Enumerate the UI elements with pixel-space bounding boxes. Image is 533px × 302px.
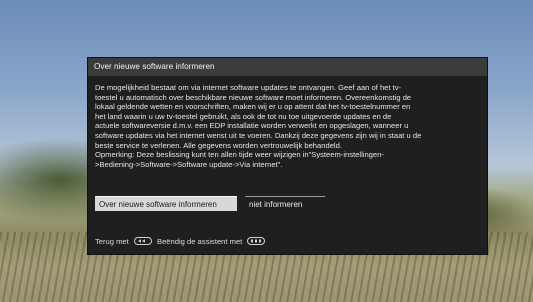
software-info-dialog: Over nieuwe software informeren De mogel… [88, 58, 487, 254]
body-line: toestel u automatisch over beschikbare n… [95, 92, 412, 102]
end-key-icon [247, 237, 266, 245]
body-line: lokaal geldende wetten en voorschriften,… [95, 102, 411, 112]
dialog-footer: Terug met Beëndig de assistent met [95, 236, 483, 248]
back-key-icon [133, 237, 152, 245]
body-line: Opmerking: Deze beslissing kunt ten alle… [95, 150, 384, 160]
body-line: het land waarin u uw tv-toestel gebruikt… [95, 111, 392, 121]
body-line: >Bediening->Software->Software update->V… [95, 159, 283, 169]
dialog-title: Over nieuwe software informeren [88, 58, 487, 76]
body-line: actuele softwareversie d.m.v. een EDP in… [95, 121, 409, 131]
back-hint-label: Terug met [95, 237, 129, 246]
dialog-buttons: Over nieuwe software informeren niet inf… [95, 196, 483, 211]
body-line: De mogelijkheid bestaat om via internet … [95, 83, 402, 92]
inform-button[interactable]: Over nieuwe software informeren [95, 196, 237, 211]
dont-inform-button[interactable]: niet informeren [245, 196, 325, 211]
dialog-body: De mogelijkheid bestaat om via internet … [95, 83, 483, 169]
body-line: software updates via het internet wenst … [95, 130, 422, 140]
body-line: beste service te verlenen. Alle gegevens… [95, 140, 342, 150]
exit-hint-label: Beëndig de assistent met [157, 237, 243, 246]
